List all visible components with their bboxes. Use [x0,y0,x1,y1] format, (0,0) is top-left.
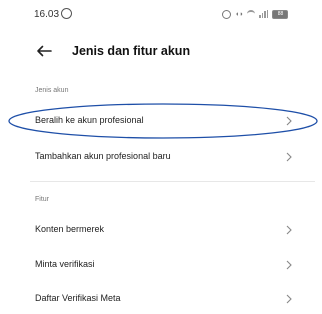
status-icons: ◖◗ 88 [222,8,289,20]
section-label-features: Fitur [35,196,49,203]
status-time: 16.03 [34,9,60,20]
switch-to-professional-item[interactable]: Beralih ke akun profesional [0,108,322,136]
chevron-right-icon [286,225,292,235]
request-verification-item[interactable]: Minta verifikasi [0,252,322,280]
alarm-icon [222,9,231,19]
battery-icon: 88 [272,9,289,19]
item-label: Tambahkan akun profesional baru [35,151,171,161]
item-label: Konten bermerek [35,224,105,234]
add-professional-account-item[interactable]: Tambahkan akun profesional baru [0,144,322,172]
chevron-right-icon [286,116,292,126]
branded-content-item[interactable]: Konten bermerek [0,217,322,245]
vo-icon: ◖◗ [235,10,244,18]
item-label: Daftar Verifikasi Meta [35,293,121,303]
status-bar: 16.03 ◖◗ 88 [0,0,322,28]
page-header: Jenis dan fitur akun [0,36,322,66]
section-label-account-type: Jenis akun [35,87,69,94]
chevron-right-icon [286,260,292,270]
item-label: Minta verifikasi [35,259,95,269]
section-divider [30,181,315,182]
chevron-right-icon [286,152,292,162]
item-label: Beralih ke akun profesional [35,115,144,125]
back-arrow-icon[interactable] [36,45,52,57]
page-title: Jenis dan fitur akun [72,44,191,58]
whatsapp-icon [61,8,72,19]
chevron-right-icon [286,294,292,304]
wifi-icon [247,10,256,18]
signal-icon [259,10,269,18]
